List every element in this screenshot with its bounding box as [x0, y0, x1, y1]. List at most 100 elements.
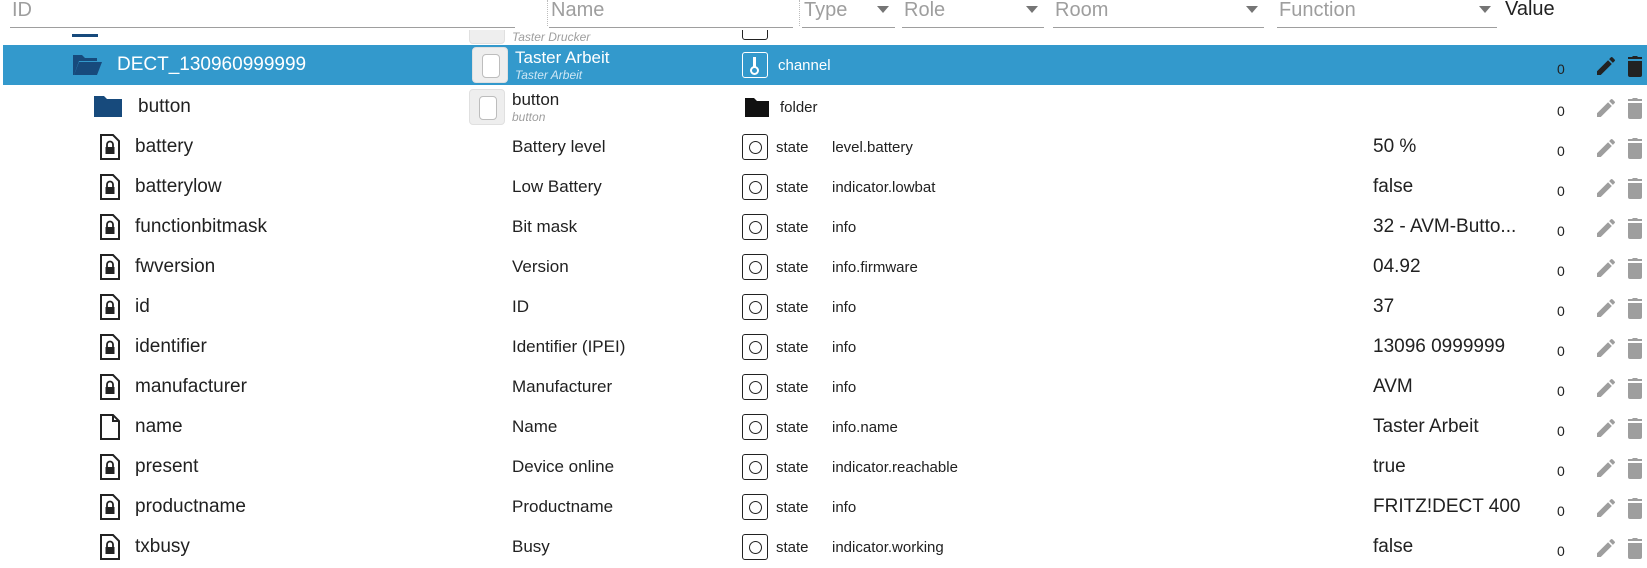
row-role: indicator.working — [832, 539, 944, 556]
row-id: present — [135, 456, 199, 477]
role-filter-select[interactable]: Role — [902, 0, 1044, 28]
edit-icon[interactable] — [1594, 216, 1618, 240]
row-value[interactable]: AVM — [1373, 376, 1413, 398]
table-row-state[interactable]: fwversion Version state info.firmware 04.92 0 — [0, 247, 1647, 287]
row-value[interactable]: false — [1373, 176, 1413, 198]
row-role: info — [832, 379, 857, 396]
table-row-state[interactable]: manufacturer Manufacturer state info AVM 0 — [0, 367, 1647, 407]
table-row-state[interactable]: present Device online state indicator.reach… — [0, 447, 1647, 487]
row-role: level.battery — [832, 139, 913, 156]
table-row-folder[interactable]: button button button folder 0 — [0, 87, 1647, 127]
row-count: 0 — [1557, 223, 1565, 239]
delete-icon[interactable] — [1625, 296, 1645, 320]
row-value[interactable]: Taster Arbeit — [1373, 416, 1479, 438]
table-row-state[interactable]: functionbitmask Bit mask state info 32 - AVM… — [0, 207, 1647, 247]
delete-icon[interactable] — [1625, 216, 1645, 240]
row-value[interactable]: 04.92 — [1373, 256, 1421, 278]
edit-icon[interactable] — [1594, 496, 1618, 520]
delete-icon[interactable] — [1625, 54, 1645, 78]
delete-icon[interactable] — [1625, 176, 1645, 200]
row-count: 0 — [1557, 543, 1565, 559]
room-filter-select[interactable]: Room — [1053, 0, 1264, 28]
table-row-state[interactable]: batterylow Low Battery state indicator.lowb… — [0, 167, 1647, 207]
state-icon — [742, 334, 768, 360]
edit-icon[interactable] — [1594, 54, 1618, 78]
row-type: state — [776, 299, 809, 316]
folder-open-icon — [73, 55, 102, 75]
edit-icon[interactable] — [1594, 336, 1618, 360]
state-icon — [742, 374, 768, 400]
delete-icon[interactable] — [1625, 496, 1645, 520]
row-value[interactable]: 50 % — [1373, 136, 1416, 158]
type-filter-select[interactable]: Type — [802, 0, 895, 28]
row-value[interactable]: 13096 0999999 — [1373, 336, 1505, 358]
row-role: info — [832, 339, 857, 356]
state-icon — [742, 454, 768, 480]
table-row-state[interactable]: txbusy Busy state indicator.working false 0 — [0, 527, 1647, 567]
row-role: info — [832, 499, 857, 516]
row-count: 0 — [1557, 343, 1565, 359]
delete-icon[interactable] — [1625, 96, 1645, 120]
state-icon — [742, 294, 768, 320]
table-row-state[interactable]: id ID state info 37 0 — [0, 287, 1647, 327]
row-count: 0 — [1557, 303, 1565, 319]
edit-icon[interactable] — [1594, 176, 1618, 200]
chevron-down-icon — [877, 6, 889, 13]
table-row-channel[interactable]: DECT_130960999999 Taster Arbeit Taster A… — [3, 45, 1647, 85]
filter-header: ID Name Type Role Room Function Value — [0, 0, 1647, 30]
edit-icon[interactable] — [1594, 296, 1618, 320]
row-id: DECT_130960999999 — [117, 54, 307, 75]
row-type: state — [776, 539, 809, 556]
partial-row[interactable]: Taster Drucker — [0, 30, 1647, 46]
edit-icon[interactable] — [1594, 136, 1618, 160]
row-id: txbusy — [135, 536, 190, 557]
row-value[interactable]: 37 — [1373, 296, 1394, 318]
row-name: Productname — [512, 497, 614, 516]
row-role: indicator.reachable — [832, 459, 958, 476]
edit-icon[interactable] — [1594, 376, 1618, 400]
edit-icon[interactable] — [1594, 536, 1618, 560]
row-id: functionbitmask — [135, 216, 268, 237]
row-role: info — [832, 219, 857, 236]
row-type: state — [776, 499, 809, 516]
row-id: manufacturer — [135, 376, 247, 397]
row-value[interactable]: FRITZ!DECT 400 — [1373, 496, 1520, 518]
row-id: fwversion — [135, 256, 216, 277]
row-value[interactable]: false — [1373, 536, 1413, 558]
table-row-state[interactable]: name Name state info.name Taster Arbeit 0 — [0, 407, 1647, 447]
delete-icon[interactable] — [1625, 456, 1645, 480]
table-row-state[interactable]: battery Battery level state level.battery 50… — [0, 127, 1647, 167]
file-icon — [100, 414, 120, 440]
delete-icon[interactable] — [1625, 536, 1645, 560]
function-filter-select[interactable]: Function — [1277, 0, 1497, 28]
row-name-subtitle: button — [512, 110, 546, 124]
row-count: 0 — [1557, 103, 1565, 119]
state-icon — [742, 214, 768, 240]
row-value[interactable]: 32 - AVM-Butto... — [1373, 216, 1516, 238]
device-thumbnail — [469, 89, 505, 125]
state-icon — [742, 494, 768, 520]
row-name-subtitle: Taster Drucker — [512, 30, 591, 44]
table-row-state[interactable]: productname Productname state info FRITZ!DEC… — [0, 487, 1647, 527]
delete-icon[interactable] — [1625, 416, 1645, 440]
row-count: 0 — [1557, 183, 1565, 199]
edit-icon[interactable] — [1594, 256, 1618, 280]
delete-icon[interactable] — [1625, 256, 1645, 280]
room-filter-label: Room — [1055, 0, 1109, 21]
row-value[interactable]: true — [1373, 456, 1406, 478]
delete-icon[interactable] — [1625, 136, 1645, 160]
name-filter-input[interactable]: Name — [549, 0, 793, 28]
column-divider — [799, 0, 800, 26]
edit-icon[interactable] — [1594, 416, 1618, 440]
row-count: 0 — [1557, 423, 1565, 439]
edit-icon[interactable] — [1594, 456, 1618, 480]
id-filter-input[interactable]: ID — [10, 0, 515, 28]
locked-file-icon — [100, 174, 120, 200]
delete-icon[interactable] — [1625, 376, 1645, 400]
delete-icon[interactable] — [1625, 336, 1645, 360]
edit-icon[interactable] — [1594, 96, 1618, 120]
folder-icon — [72, 34, 98, 37]
row-id: identifier — [135, 336, 207, 357]
row-id: batterylow — [135, 176, 222, 197]
table-row-state[interactable]: identifier Identifier (IPEI) state info 1309… — [0, 327, 1647, 367]
